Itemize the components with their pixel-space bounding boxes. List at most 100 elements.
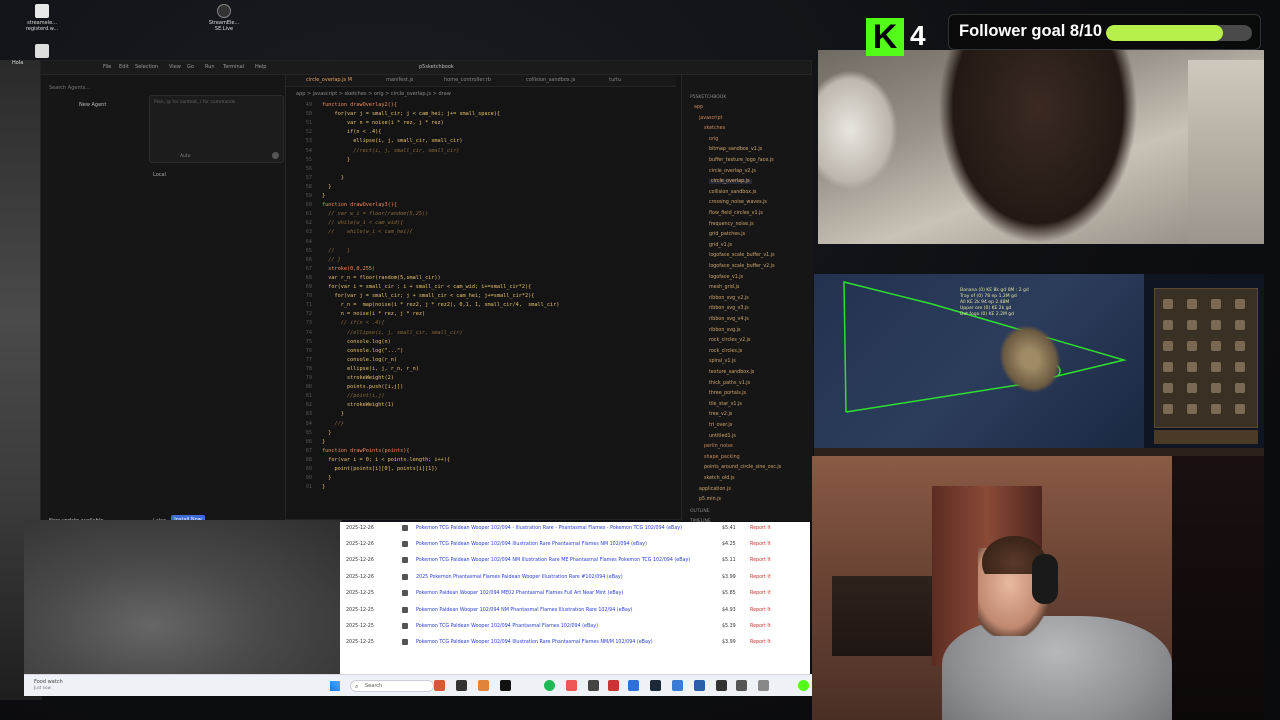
explorer-file[interactable]: rock_circles_v2.js (709, 338, 751, 343)
new-agent-button[interactable]: New Agent (79, 102, 106, 108)
desktop-icon-streamelements-live[interactable]: StreamEle... SE.Live (194, 4, 254, 32)
agent-local-toggle[interactable]: Local (153, 172, 166, 178)
game-tabs[interactable] (1154, 430, 1258, 444)
inventory-slot[interactable] (1187, 341, 1197, 351)
sale-title[interactable]: 2025 Pokemon Phantasmal Flames Paldean W… (416, 575, 623, 580)
explorer-file[interactable]: frequency_noise.js (709, 222, 754, 227)
taskbar-search[interactable]: ⌕ Search (350, 680, 434, 692)
explorer-file[interactable]: logoface_scale_buffer_v1.js (709, 253, 775, 258)
inventory-slot[interactable] (1211, 320, 1221, 330)
desktop-icon-streamelements-file[interactable]: streamele... registerd.w... (12, 4, 72, 32)
explorer-file[interactable]: flow_field_circles_v1.js (709, 211, 763, 216)
explorer-folder[interactable]: sketches (704, 126, 725, 131)
inventory-slot[interactable] (1211, 383, 1221, 393)
explorer-file[interactable]: ribbon_svg_v2.js (709, 296, 749, 301)
explorer-file[interactable]: circle_overlap.js (709, 179, 752, 185)
menu-selection[interactable]: Selection (135, 64, 158, 70)
explorer-file[interactable]: ribbon_svg_v4.js (709, 317, 749, 322)
explorer-file[interactable]: collision_sandbox.js (709, 190, 756, 195)
send-icon[interactable] (272, 152, 279, 159)
explorer-file[interactable]: thick_paths_v1.js (709, 381, 750, 386)
inventory-slot[interactable] (1211, 341, 1221, 351)
tab-collision-sandbox[interactable]: collision_sandbox.js (526, 77, 575, 83)
sale-title[interactable]: Pokemon Paldean Wooper 102/094 ME02 Phan… (416, 591, 623, 596)
sale-report[interactable]: Report It (750, 558, 771, 563)
inventory-slot[interactable] (1187, 404, 1197, 414)
inventory-slot[interactable] (1235, 362, 1245, 372)
browser-icon[interactable] (478, 680, 489, 691)
explorer-file[interactable]: ribbon_svg_v3.js (709, 306, 749, 311)
inventory-slot[interactable] (1187, 383, 1197, 393)
menu-view[interactable]: View (169, 64, 181, 70)
sale-title[interactable]: Pokemon TCG Paldean Wooper 102/094 NM Il… (416, 558, 690, 563)
explorer-file[interactable]: crossing_noise_waves.js (709, 200, 767, 205)
explorer-file[interactable]: tree_v2.js (709, 412, 732, 417)
explorer-file[interactable]: spiral_v1.js (709, 359, 736, 364)
terminal-icon[interactable] (500, 680, 511, 691)
app-icon-1[interactable] (434, 680, 445, 691)
inventory-slot[interactable] (1163, 362, 1173, 372)
sale-title[interactable]: Pokemon TCG Paldean Wooper 102/094 Phant… (416, 624, 598, 629)
inventory-slot[interactable] (1211, 404, 1221, 414)
menu-edit[interactable]: Edit (119, 64, 129, 70)
sale-title[interactable]: Pokemon TCG Paldean Wooper 102/094 Illus… (416, 542, 647, 547)
explorer-file[interactable]: mesh_grid.js (709, 285, 739, 290)
explorer-file[interactable]: grid_patches.js (709, 232, 745, 237)
explorer-file[interactable]: points_around_circle_sine_osc.js (704, 465, 781, 470)
inventory-slot[interactable] (1235, 320, 1245, 330)
explorer-folder[interactable]: app (694, 105, 703, 110)
app-icon-6[interactable] (716, 680, 727, 691)
inventory-slot[interactable] (1163, 320, 1173, 330)
explorer-file[interactable]: circle_overlap_v2.js (709, 169, 756, 174)
taskbar-notification[interactable]: Food watch Just now (34, 679, 63, 690)
checkbox-icon[interactable] (402, 639, 408, 646)
sale-report[interactable]: Report It (750, 591, 771, 596)
menu-go[interactable]: Go (187, 64, 194, 70)
menu-help[interactable]: Help (255, 64, 266, 70)
app-icon-3[interactable] (608, 680, 619, 691)
code-area[interactable]: 49 function drawOverlay2(){50 for(var j =… (286, 97, 676, 507)
inventory-slot[interactable] (1235, 299, 1245, 309)
explorer-file[interactable]: grid_v1.js (709, 243, 732, 248)
inventory-slot[interactable] (1163, 383, 1173, 393)
app-icon-4[interactable] (672, 680, 683, 691)
steam-icon[interactable] (650, 680, 661, 691)
explorer-file[interactable]: sketch_old.js (704, 476, 735, 481)
file-explorer-icon[interactable] (456, 680, 467, 691)
tab-turtu[interactable]: turtu (609, 77, 621, 83)
vscode-icon[interactable] (628, 680, 639, 691)
sale-report[interactable]: Report It (750, 575, 771, 580)
inventory-slot[interactable] (1187, 362, 1197, 372)
sale-report[interactable]: Report It (750, 608, 771, 613)
sale-report[interactable]: Report It (750, 542, 771, 547)
windows-start-icon[interactable] (330, 681, 340, 691)
tab-home-controller[interactable]: home_controller.rb (444, 77, 491, 83)
explorer-folder[interactable]: javascript (699, 116, 722, 121)
explorer-folder[interactable]: orig (709, 137, 718, 142)
explorer-folder[interactable]: shape_packing (704, 455, 740, 460)
inventory-slot[interactable] (1235, 341, 1245, 351)
sale-report[interactable]: Report It (750, 640, 771, 645)
inventory-slot[interactable] (1235, 404, 1245, 414)
explorer-file[interactable]: untitled1.js (709, 434, 736, 439)
checkbox-icon[interactable] (402, 590, 408, 597)
explorer-file[interactable]: logoface_v1.js (709, 275, 743, 280)
agent-prompt-input[interactable]: Plan, @ for context, / for commands Auto (149, 95, 284, 163)
app-icon-2[interactable] (588, 680, 599, 691)
outline-section[interactable]: OUTLINE (690, 509, 710, 514)
inventory-slot[interactable] (1211, 299, 1221, 309)
checkbox-icon[interactable] (402, 541, 408, 547)
inventory-slot[interactable] (1235, 383, 1245, 393)
explorer-file[interactable]: buffer_texture_logo_face.js (709, 158, 774, 163)
explorer-file[interactable]: application.js (699, 487, 731, 492)
inventory-slot[interactable] (1163, 341, 1173, 351)
sale-title[interactable]: Pokemon TCG Paldean Wooper 102/094 Illus… (416, 640, 653, 645)
inventory-slot[interactable] (1211, 362, 1221, 372)
menu-terminal[interactable]: Terminal (223, 64, 244, 70)
explorer-file[interactable]: p5.min.js (699, 497, 721, 502)
app-icon-7[interactable] (736, 680, 747, 691)
explorer-folder[interactable]: perlin_noise (704, 444, 733, 449)
sale-report[interactable]: Report It (750, 624, 771, 629)
explorer-file[interactable]: texture_sandbox.js (709, 370, 754, 375)
explorer-file[interactable]: rock_circles.js (709, 349, 742, 354)
